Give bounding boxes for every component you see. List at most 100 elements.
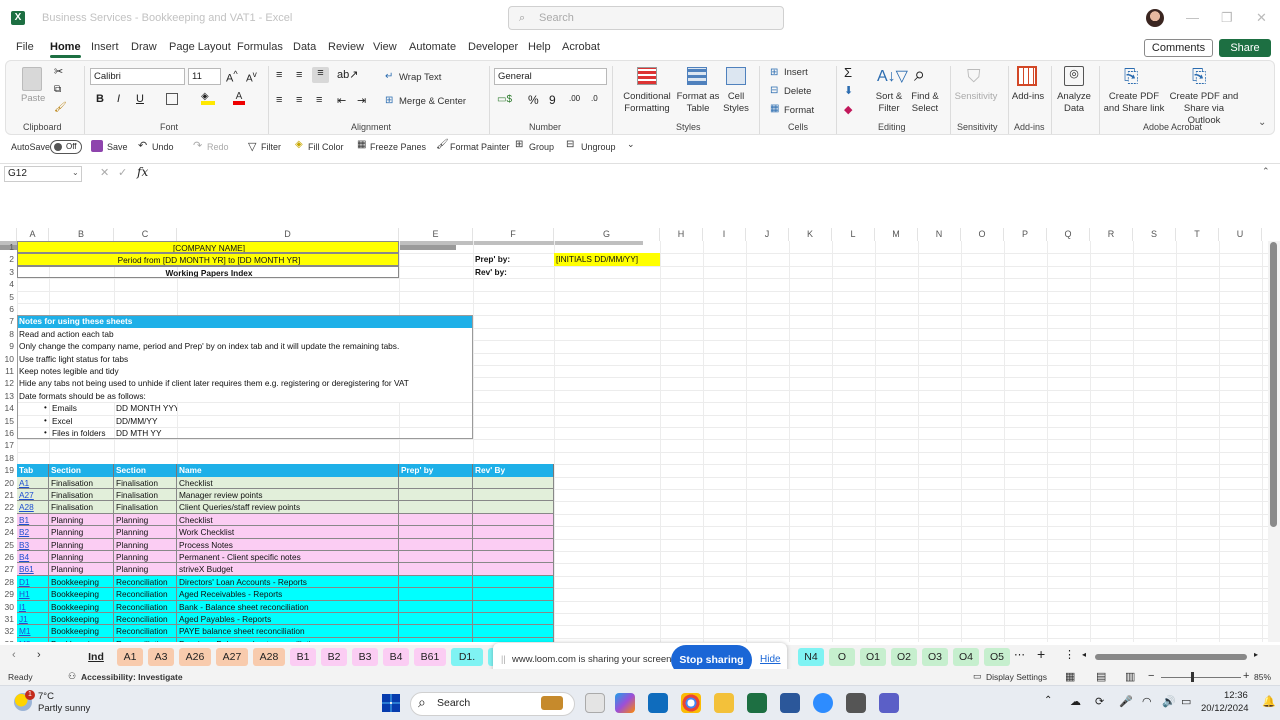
cell-styles-button[interactable]: Cell Styles xyxy=(721,91,751,115)
format-painter-button[interactable]: Format Painter xyxy=(450,142,510,152)
rev-by-cell[interactable] xyxy=(473,625,554,638)
user-avatar[interactable] xyxy=(1146,9,1164,27)
section-cell[interactable]: Finalisation xyxy=(49,489,114,502)
fill-color-icon[interactable]: ◈ xyxy=(201,91,215,105)
share-button[interactable]: Share xyxy=(1219,39,1271,57)
section-cell[interactable]: Planning xyxy=(114,526,177,539)
collapse-ribbon-icon[interactable]: ⌄ xyxy=(1258,117,1266,128)
rev-by-cell[interactable] xyxy=(473,489,554,502)
formula-input[interactable] xyxy=(165,166,1260,182)
menu-home[interactable]: Home xyxy=(50,41,81,58)
wifi-icon[interactable]: ◠ xyxy=(1142,695,1152,708)
initials-cell[interactable]: [INITIALS DD/MM/YY] xyxy=(554,253,660,266)
percent-icon[interactable]: % xyxy=(528,93,539,107)
prep-by-cell[interactable] xyxy=(399,489,473,502)
delete-cells-button[interactable]: Delete xyxy=(784,86,811,97)
name-cell[interactable]: Permanent - Client specific notes xyxy=(177,551,399,564)
sheet-tab[interactable]: A1 xyxy=(117,648,143,666)
row-header[interactable]: 11 xyxy=(0,365,17,377)
cut-icon[interactable]: ✂ xyxy=(54,65,63,78)
undo-icon[interactable]: ↶ xyxy=(138,139,147,152)
menu-view[interactable]: View xyxy=(373,41,397,53)
section-cell[interactable]: Bookkeeping xyxy=(49,613,114,626)
tab-link-cell[interactable]: B2 xyxy=(17,526,49,539)
tab-link-cell[interactable]: D1 xyxy=(17,575,49,589)
sheet-tab[interactable]: D1. xyxy=(451,648,483,666)
fill-icon[interactable]: ⬇ xyxy=(844,84,853,97)
rev-by-cell[interactable] xyxy=(473,538,554,551)
redo-icon[interactable]: ↷ xyxy=(193,139,202,152)
wrap-text-button[interactable]: Wrap Text xyxy=(399,72,441,83)
row-header[interactable]: 29 xyxy=(0,588,17,600)
outlook-icon[interactable] xyxy=(648,693,668,713)
row-header[interactable]: 7 xyxy=(0,315,17,327)
autosum-icon[interactable]: Σ xyxy=(844,65,852,80)
align-left-icon[interactable]: ≡ xyxy=(276,94,282,106)
column-header[interactable]: M xyxy=(875,228,918,241)
clock-date[interactable]: 20/12/2024 xyxy=(1201,703,1249,714)
row-header[interactable]: 23 xyxy=(0,514,17,526)
sheet-tab[interactable]: A3 xyxy=(148,648,174,666)
add-sheet-icon[interactable]: + xyxy=(1037,646,1045,662)
sheet-tab[interactable]: B2 xyxy=(321,648,347,666)
filter-icon[interactable]: ▽ xyxy=(248,140,256,153)
section-cell[interactable]: Finalisation xyxy=(114,476,177,489)
prep-by-cell[interactable] xyxy=(399,637,473,642)
comments-button[interactable]: Comments xyxy=(1144,39,1213,57)
prep-by-label[interactable]: Prep' by: xyxy=(473,253,554,265)
name-cell[interactable]: Client Queries/staff review points xyxy=(177,501,399,514)
scroll-left-icon[interactable]: ◂ xyxy=(1082,650,1086,659)
sheet-tab[interactable]: O1 xyxy=(860,648,886,666)
row-header[interactable]: 19 xyxy=(0,464,17,476)
file-explorer-icon[interactable] xyxy=(714,693,734,713)
ungroup-icon[interactable]: ⊟ xyxy=(566,139,574,150)
rev-by-cell[interactable] xyxy=(473,513,554,527)
format-cells-button[interactable]: Format xyxy=(784,105,814,116)
tab-link-cell[interactable]: A1 xyxy=(17,476,49,489)
section-cell[interactable]: Bookkeeping xyxy=(49,625,114,638)
name-cell[interactable]: Checklist xyxy=(177,513,399,527)
copy-icon[interactable]: ⧉ xyxy=(54,84,61,95)
row-header[interactable]: 33 xyxy=(0,638,17,642)
prep-by-cell[interactable] xyxy=(399,613,473,626)
section-cell[interactable]: Reconciliation xyxy=(114,575,177,589)
period-cell[interactable]: Period from [DD MONTH YR] to [DD MONTH Y… xyxy=(17,253,399,266)
borders-icon[interactable] xyxy=(166,93,178,105)
task-view-icon[interactable] xyxy=(585,693,605,713)
prep-by-cell[interactable] xyxy=(399,563,473,576)
rev-by-cell[interactable] xyxy=(473,563,554,576)
teams-icon[interactable] xyxy=(879,693,899,713)
column-header[interactable]: N xyxy=(918,228,961,241)
table-header-cell[interactable]: Section xyxy=(114,464,177,477)
tab-link-cell[interactable]: M1 xyxy=(17,625,49,638)
paste-button[interactable]: Paste xyxy=(21,93,45,104)
table-header-cell[interactable]: Prep' by xyxy=(399,464,473,477)
sync-icon[interactable]: ⟳ xyxy=(1095,695,1104,708)
orientation-icon[interactable]: ab↗ xyxy=(337,68,358,81)
column-header[interactable]: S xyxy=(1133,228,1176,241)
column-header[interactable]: F xyxy=(473,228,554,241)
menu-automate[interactable]: Automate xyxy=(409,41,456,53)
prep-by-cell[interactable] xyxy=(399,575,473,589)
save-icon[interactable] xyxy=(91,140,103,152)
column-header[interactable]: L xyxy=(832,228,875,241)
column-header[interactable]: H xyxy=(660,228,703,241)
menu-insert[interactable]: Insert xyxy=(91,41,119,53)
section-cell[interactable]: Bookkeeping xyxy=(49,575,114,589)
row-header[interactable]: 14 xyxy=(0,402,17,414)
section-cell[interactable]: Bookkeeping xyxy=(49,588,114,601)
display-settings-button[interactable]: Display Settings xyxy=(986,672,1047,682)
row-header[interactable]: 17 xyxy=(0,439,17,451)
row-header[interactable]: 18 xyxy=(0,452,17,464)
column-header[interactable]: R xyxy=(1090,228,1133,241)
name-cell[interactable]: Bank - Balance sheet reconciliation xyxy=(177,600,399,613)
rev-by-cell[interactable] xyxy=(473,476,554,489)
prep-by-cell[interactable] xyxy=(399,526,473,539)
align-right-icon[interactable]: ≡ xyxy=(316,94,322,106)
analyze-data-button[interactable]: Analyze Data xyxy=(1052,91,1096,115)
column-header[interactable]: I xyxy=(703,228,746,241)
copilot-icon[interactable] xyxy=(615,693,635,713)
index-title-cell[interactable]: Working Papers Index xyxy=(17,265,399,279)
format-as-table-button[interactable]: Format as Table xyxy=(674,91,722,115)
section-cell[interactable]: Bookkeeping xyxy=(49,637,114,642)
